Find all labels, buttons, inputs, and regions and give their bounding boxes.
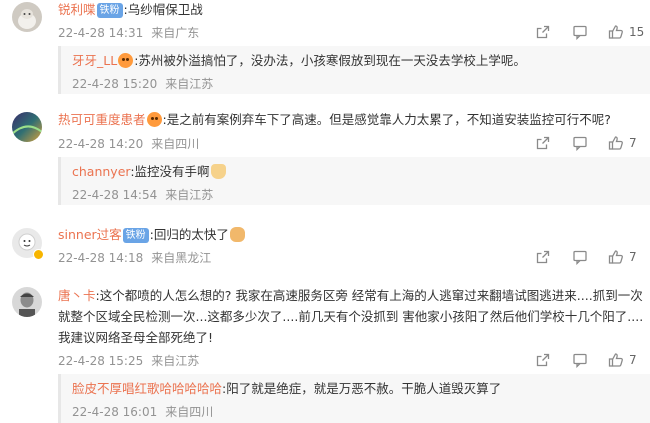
like-button[interactable]: 7 — [608, 135, 637, 151]
timestamp: 22-4-28 14:20 — [58, 137, 144, 151]
comment-actions: 7 — [535, 135, 650, 155]
comment-text: 唐丶卡:这个都喷的人怎么想的? 我家在高速服务区旁 经常有上海的人逃窜过来翻墙试… — [58, 287, 643, 305]
share-button[interactable] — [535, 24, 551, 40]
reply-block: 脸皮不厚唱红歌哈哈哈哈哈:阳了就是绝症，就是万恶不赦。干脆人道毁灭算了 22-4… — [58, 374, 650, 423]
share-button[interactable] — [535, 135, 551, 151]
comment-icon — [572, 24, 588, 40]
reply-meta: 22-4-28 14:54 来自江苏 — [72, 187, 213, 203]
comment-icon — [572, 249, 588, 265]
location: 来自广东 — [151, 26, 200, 40]
comment-text: 锐利喋 铁粉:乌纱帽保卫战 — [58, 1, 203, 19]
like-count: 7 — [629, 136, 637, 150]
timestamp: 22-4-28 14:18 — [58, 251, 144, 265]
location: 来自江苏 — [151, 354, 200, 368]
comment-text: 热可可重度患者 :是之前有案例弃车下了高速。但是感觉靠人力太累了，不知道安装监控可… — [58, 111, 611, 129]
reply-text: 脸皮不厚唱红歌哈哈哈哈哈:阳了就是绝症，就是万恶不赦。干脆人道毁灭算了 — [72, 380, 501, 398]
reply-body: :苏州被外溢搞怕了，没办法，小孩寒假放到现在一天没去学校上学呢。 — [134, 53, 526, 68]
like-button[interactable]: 15 — [608, 24, 644, 40]
username-link[interactable]: 锐利喋 — [58, 2, 96, 17]
comment-meta: 22-4-28 15:25 来自江苏 — [58, 353, 199, 369]
like-count: 15 — [629, 25, 645, 39]
username-link[interactable]: 牙牙_LL — [72, 53, 117, 68]
angry-emoji-icon — [118, 53, 134, 68]
location: 来自四川 — [151, 137, 200, 151]
share-button[interactable] — [535, 249, 551, 265]
thumbs-up-icon — [608, 249, 624, 265]
like-button[interactable]: 7 — [608, 249, 637, 265]
like-count: 7 — [629, 353, 637, 367]
comment-body: :回归的太快了 — [149, 227, 229, 242]
username-link[interactable]: 脸皮不厚唱红歌哈哈哈哈哈 — [72, 381, 222, 396]
timestamp: 22-4-28 14:54 — [72, 188, 158, 202]
reply-block: channyer:监控没有手啊 22-4-28 14:54 来自江苏 — [58, 157, 650, 205]
reply-body: :阳了就是绝症，就是万恶不赦。干脆人道毁灭算了 — [222, 381, 502, 396]
fan-badge: 铁粉 — [96, 3, 123, 18]
comment-body-line: :这个都喷的人怎么想的? 我家在高速服务区旁 经常有上海的人逃窜过来翻墙试图逃进… — [95, 288, 643, 303]
verified-badge-icon — [33, 249, 44, 260]
like-count: 7 — [629, 250, 637, 264]
reply-meta: 22-4-28 15:20 来自江苏 — [72, 76, 213, 92]
username-link[interactable]: channyer — [72, 164, 130, 179]
location: 来自黑龙江 — [151, 251, 212, 265]
share-button[interactable] — [535, 352, 551, 368]
angry-emoji-icon — [146, 112, 162, 127]
timestamp: 22-4-28 14:31 — [58, 26, 144, 40]
comment-text: sinner过客 铁粉:回归的太快了 — [58, 226, 246, 244]
reply-button[interactable] — [572, 135, 588, 151]
comment-body: :乌纱帽保卫战 — [123, 2, 203, 17]
comment-body-line: 就整个区域全民检测一次...这都多少次了....前几天有个没抓到 害他家小孩阳了… — [58, 309, 644, 324]
reply-button[interactable] — [572, 24, 588, 40]
cat-emoji-icon — [229, 227, 245, 242]
avatar[interactable] — [12, 112, 42, 142]
reply-text: channyer:监控没有手啊 — [72, 163, 227, 181]
comment-icon — [572, 352, 588, 368]
comment-actions: 7 — [535, 249, 650, 269]
reply-block: 牙牙_LL :苏州被外溢搞怕了，没办法，小孩寒假放到现在一天没去学校上学呢。 22… — [58, 46, 650, 94]
comment-actions: 15 — [535, 24, 650, 44]
hand-emoji-icon — [210, 164, 226, 179]
timestamp: 22-4-28 16:01 — [72, 405, 158, 419]
reply-button[interactable] — [572, 249, 588, 265]
share-icon — [535, 249, 551, 265]
location: 来自江苏 — [165, 77, 214, 91]
comment-meta: 22-4-28 14:31 来自广东 — [58, 25, 199, 41]
share-icon — [535, 135, 551, 151]
share-icon — [535, 24, 551, 40]
avatar[interactable] — [12, 2, 42, 32]
comment-body-line: 我建议网络圣母全部死绝了! — [58, 330, 214, 345]
timestamp: 22-4-28 15:25 — [58, 354, 144, 368]
reply-meta: 22-4-28 16:01 来自四川 — [72, 404, 213, 420]
comment-actions: 7 — [535, 352, 650, 372]
comment-icon — [572, 135, 588, 151]
comment-meta: 22-4-28 14:20 来自四川 — [58, 136, 199, 152]
share-icon — [535, 352, 551, 368]
username-link[interactable]: sinner过客 — [58, 227, 122, 242]
thumbs-up-icon — [608, 24, 624, 40]
comment-body: :是之前有案例弃车下了高速。但是感觉靠人力太累了，不知道安装监控可行不呢? — [162, 112, 611, 127]
comment-list: 锐利喋 铁粉:乌纱帽保卫战 22-4-28 14:31 来自广东 15 牙牙_LL:… — [0, 0, 650, 423]
username-link[interactable]: 唐丶卡 — [58, 288, 96, 303]
thumbs-up-icon — [608, 352, 624, 368]
reply-text: 牙牙_LL :苏州被外溢搞怕了，没办法，小孩寒假放到现在一天没去学校上学呢。 — [72, 52, 526, 70]
location: 来自江苏 — [165, 188, 214, 202]
reply-button[interactable] — [572, 352, 588, 368]
timestamp: 22-4-28 15:20 — [72, 77, 158, 91]
thumbs-up-icon — [608, 135, 624, 151]
like-button[interactable]: 7 — [608, 352, 637, 368]
location: 来自四川 — [165, 405, 214, 419]
fan-badge: 铁粉 — [122, 228, 149, 243]
reply-body: :监控没有手啊 — [130, 164, 210, 179]
comment-meta: 22-4-28 14:18 来自黑龙江 — [58, 250, 211, 266]
avatar[interactable] — [12, 287, 42, 317]
username-link[interactable]: 热可可重度患者 — [58, 112, 146, 127]
